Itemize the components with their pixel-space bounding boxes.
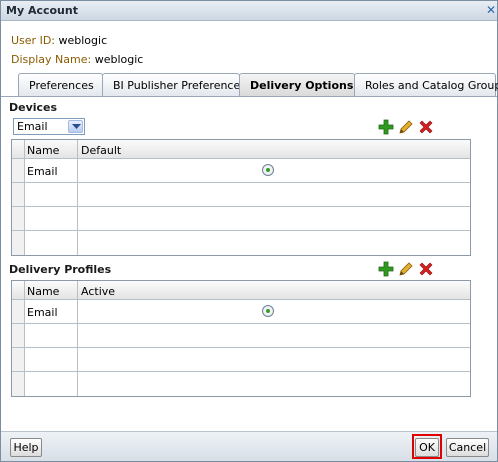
edit-pencil-icon[interactable] <box>398 261 414 277</box>
delivery-profiles-section-label: Delivery Profiles <box>9 263 112 276</box>
ok-highlight-box <box>412 434 442 459</box>
profile-name-cell: Email <box>24 300 77 323</box>
display-name-label: Display Name: <box>11 53 92 66</box>
devices-table-header: Name Default <box>12 140 470 159</box>
device-name-cell: Email <box>24 159 77 182</box>
edit-pencil-icon[interactable] <box>398 119 414 135</box>
tab-bi-publisher-preferences[interactable]: BI Publisher Preferences <box>102 73 246 96</box>
default-radio[interactable] <box>262 164 274 176</box>
delete-x-icon[interactable] <box>418 119 434 135</box>
devices-table: Name Default Email <box>11 139 471 256</box>
table-row[interactable] <box>12 207 470 231</box>
user-id-label: User ID: <box>11 34 55 47</box>
table-row[interactable] <box>12 231 470 255</box>
device-type-select[interactable]: Email <box>13 118 85 135</box>
add-icon[interactable] <box>378 119 394 135</box>
tab-divider <box>1 96 497 97</box>
add-icon[interactable] <box>378 261 394 277</box>
table-row[interactable]: Email <box>12 300 470 324</box>
display-name-row: Display Name: weblogic <box>11 53 143 66</box>
tab-roles-and-catalog-groups[interactable]: Roles and Catalog Groups <box>354 73 498 96</box>
dialog-title: My Account <box>6 4 78 17</box>
devices-toolbar <box>378 119 434 135</box>
table-row[interactable]: Email <box>12 159 470 183</box>
tab-strip: Preferences BI Publisher Preferences Del… <box>18 73 498 97</box>
column-header-name[interactable]: Name <box>24 281 77 300</box>
table-row[interactable] <box>12 372 470 396</box>
column-header-default[interactable]: Default <box>77 140 470 159</box>
table-row[interactable] <box>12 183 470 207</box>
my-account-dialog: My Account ✕ User ID: weblogic Display N… <box>0 0 498 462</box>
delete-x-icon[interactable] <box>418 261 434 277</box>
tab-delivery-options[interactable]: Delivery Options <box>239 73 355 97</box>
delivery-profiles-table-header: Name Active <box>12 281 470 300</box>
display-name-value: weblogic <box>94 53 144 66</box>
user-id-value: weblogic <box>58 34 108 47</box>
column-header-active[interactable]: Active <box>77 281 470 300</box>
tab-preferences[interactable]: Preferences <box>18 73 103 96</box>
active-radio[interactable] <box>262 305 274 317</box>
profiles-toolbar <box>378 261 434 277</box>
close-icon[interactable]: ✕ <box>485 3 497 18</box>
user-id-row: User ID: weblogic <box>11 34 107 47</box>
column-header-name[interactable]: Name <box>24 140 77 159</box>
devices-section-label: Devices <box>9 101 58 114</box>
table-row[interactable] <box>12 324 470 348</box>
cancel-button[interactable]: Cancel <box>446 438 489 457</box>
help-button[interactable]: Help <box>10 438 42 457</box>
delivery-profiles-table: Name Active Email <box>11 280 471 397</box>
table-row[interactable] <box>12 348 470 372</box>
device-type-value: Email <box>17 120 48 133</box>
title-bar: My Account ✕ <box>1 1 497 21</box>
chevron-down-icon[interactable] <box>68 120 83 133</box>
